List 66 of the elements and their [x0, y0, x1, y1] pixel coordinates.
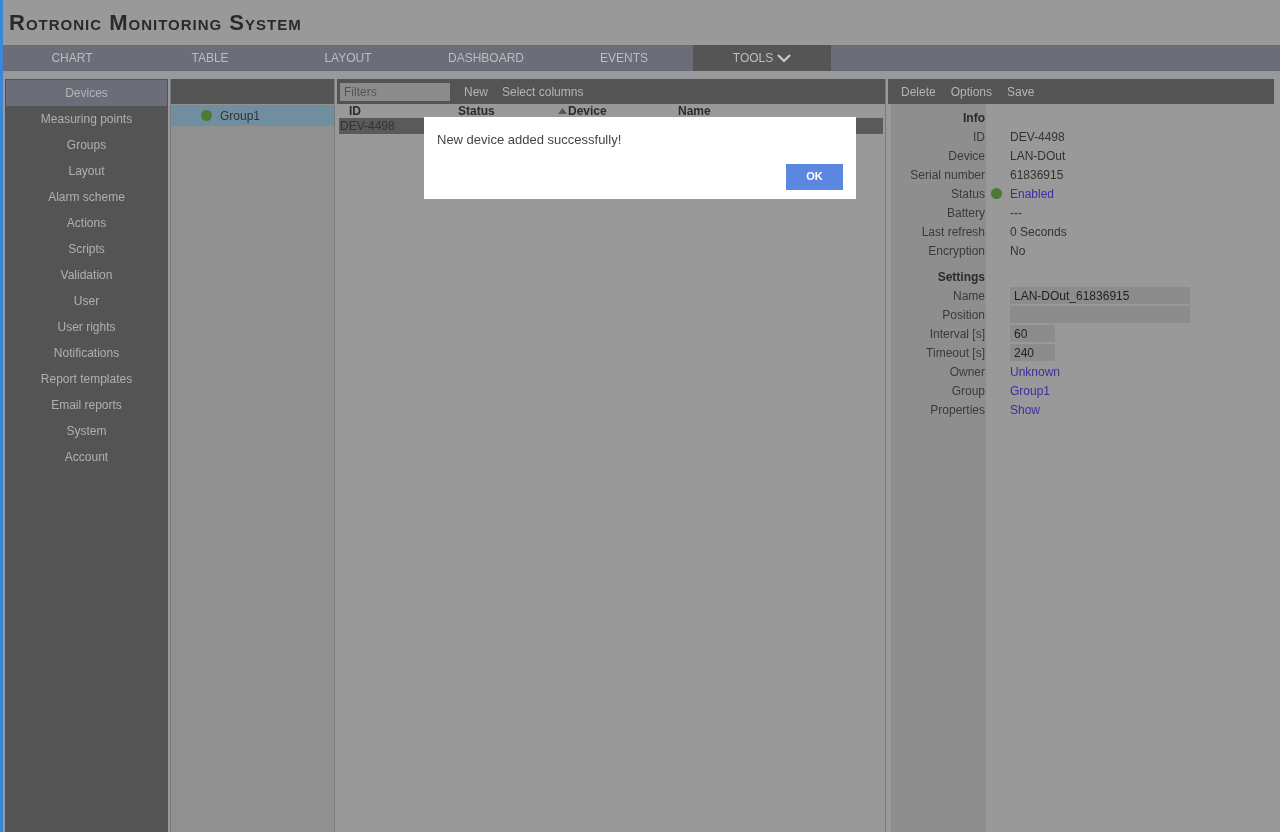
sidebar-item[interactable]: Validation	[6, 262, 167, 288]
toolbar-button[interactable]: Delete	[901, 82, 936, 101]
field-value: 61836915	[1010, 166, 1064, 184]
sidebar-item[interactable]: Actions	[6, 210, 167, 236]
field-label: Serial number	[909, 166, 985, 184]
nav-tab[interactable]: TABLE	[141, 45, 279, 71]
field-input[interactable]: 240	[1010, 344, 1055, 361]
field-label: Name	[952, 287, 985, 305]
field-value: ---	[1010, 204, 1022, 222]
field-value: DEV-4498	[1010, 128, 1065, 146]
group-label: Group1	[220, 107, 261, 125]
field-label: Status	[949, 185, 985, 203]
column-header[interactable]: Name	[668, 102, 778, 120]
field-value: LAN-DOut	[1010, 147, 1066, 165]
toolbar-button[interactable]: Options	[950, 82, 993, 101]
sidebar-item[interactable]: Alarm scheme	[6, 184, 167, 210]
toolbar-button[interactable]: Save	[1007, 82, 1035, 101]
field-link[interactable]: Show	[1010, 400, 1041, 419]
column-header[interactable]: Status	[448, 102, 558, 120]
sidebar-item[interactable]: Email reports	[6, 392, 167, 418]
dialog-message: New device added successfully!	[437, 131, 623, 149]
sidebar-item[interactable]: Account	[6, 444, 167, 470]
field-link[interactable]: Enabled	[1010, 184, 1055, 203]
sidebar-item[interactable]: Layout	[6, 158, 167, 184]
field-link[interactable]: Group1	[1010, 381, 1051, 400]
column-header[interactable]: ID	[339, 102, 448, 120]
field-label: Owner	[948, 363, 985, 381]
sidebar-item[interactable]: Report templates	[6, 366, 167, 392]
nav-tab[interactable]: LAYOUT	[279, 45, 417, 71]
field-value: 0 Seconds	[1010, 223, 1067, 241]
field-input[interactable]: 60	[1010, 325, 1055, 342]
nav-tab[interactable]: TOOLS	[693, 45, 831, 71]
group-item[interactable]: Group1	[171, 105, 334, 126]
field-label: Device	[947, 147, 985, 165]
sidebar-item[interactable]: Measuring points	[6, 106, 167, 132]
field-label: Encryption	[927, 242, 985, 260]
toolbar-button[interactable]: New	[464, 82, 488, 101]
field-label: Last refresh	[920, 223, 985, 241]
sidebar-item[interactable]: Groups	[6, 132, 167, 158]
sidebar-item[interactable]: User	[6, 288, 167, 314]
field-label: Properties	[929, 401, 985, 419]
nav-tab[interactable]: EVENTS	[555, 45, 693, 71]
field-link[interactable]: Unknown	[1010, 362, 1061, 381]
sidebar-item[interactable]: Devices	[6, 80, 167, 106]
section-heading: Info	[963, 109, 985, 127]
toolbar-button[interactable]: Select columns	[502, 82, 584, 101]
column-header[interactable]: Device	[558, 102, 668, 120]
field-label: Interval [s]	[928, 325, 985, 343]
sidebar-item[interactable]: System	[6, 418, 167, 444]
field-label: ID	[972, 128, 985, 146]
chevron-down-icon	[777, 53, 792, 63]
field-label: Battery	[946, 204, 985, 222]
field-input[interactable]: LAN-DOut_61836915	[1010, 287, 1190, 304]
field-value: No	[1010, 242, 1026, 260]
field-label: Position	[941, 306, 985, 324]
ok-button[interactable]: OK	[786, 163, 843, 190]
sidebar-item[interactable]: User rights	[6, 314, 167, 340]
sidebar-item[interactable]: Scripts	[6, 236, 167, 262]
sidebar-item[interactable]: Notifications	[6, 340, 167, 366]
field-label: Timeout [s]	[925, 344, 985, 362]
field-label: Group	[950, 382, 985, 400]
app-title: Rotronic Monitoring System	[9, 9, 302, 37]
nav-tab[interactable]: CHART	[3, 45, 141, 71]
nav-tab[interactable]: DASHBOARD	[417, 45, 555, 71]
sort-ascending-icon	[558, 108, 567, 114]
section-heading: Settings	[937, 268, 985, 286]
